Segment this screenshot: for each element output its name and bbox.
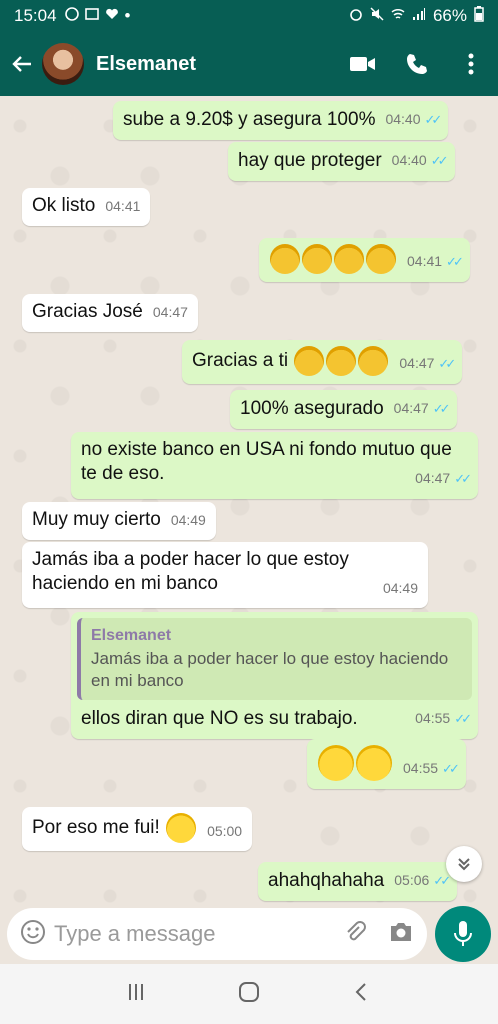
message-time: 04:49 bbox=[382, 580, 418, 596]
message-bubble[interactable]: hay que proteger 04:40 ✓✓ bbox=[228, 142, 455, 181]
double-check-icon: ✓✓ bbox=[430, 153, 449, 168]
message-input[interactable] bbox=[54, 921, 342, 947]
message-bubble[interactable]: no existe banco en USA ni fondo mutuo qu… bbox=[71, 432, 478, 499]
heart-icon bbox=[105, 6, 119, 26]
message-text: 100% asegurado bbox=[240, 398, 384, 419]
message-text: hay que proteger bbox=[238, 150, 382, 171]
whatsapp-icon bbox=[64, 6, 79, 26]
double-check-icon: ✓✓ bbox=[442, 761, 460, 776]
back-arrow-icon[interactable] bbox=[2, 32, 42, 96]
message-bubble[interactable]: ahahqhahaha 05:06 ✓✓ bbox=[258, 862, 458, 901]
message-text: Gracias a ti bbox=[192, 350, 289, 372]
message-bubble[interactable]: Por eso me fui! 05:00 bbox=[22, 807, 253, 851]
message-time: 04:55 bbox=[415, 710, 451, 726]
camera-icon[interactable] bbox=[388, 920, 414, 949]
message-text: Muy muy cierto bbox=[32, 509, 161, 530]
partying-face-icon bbox=[294, 346, 325, 376]
battery-icon bbox=[474, 5, 484, 27]
message-time: 05:00 bbox=[207, 823, 243, 839]
message-text: Gracias José bbox=[32, 301, 143, 322]
message-time: 05:06 bbox=[394, 872, 430, 888]
quoted-text: Jamás iba a poder hacer lo que estoy hac… bbox=[91, 649, 449, 690]
avatar[interactable] bbox=[42, 43, 84, 85]
chat-header: Elsemanet bbox=[0, 32, 498, 96]
message-bubble[interactable]: sube a 9.20$ y asegura 100% 04:40 ✓✓ bbox=[113, 101, 449, 140]
system-navigation-bar bbox=[0, 964, 498, 1024]
partying-face-icon bbox=[358, 346, 389, 376]
message-bubble[interactable]: 100% asegurado 04:47 ✓✓ bbox=[230, 390, 457, 429]
partying-face-icon bbox=[366, 244, 396, 274]
double-check-icon: ✓✓ bbox=[438, 356, 456, 371]
partying-face-icon bbox=[302, 244, 332, 274]
message-input-container bbox=[7, 908, 427, 960]
double-check-icon: ✓✓ bbox=[446, 254, 464, 269]
message-bubble[interactable]: Ok listo 04:41 bbox=[22, 188, 151, 226]
scroll-to-bottom-button[interactable] bbox=[446, 846, 482, 882]
message-text: Por eso me fui! bbox=[32, 817, 160, 839]
chat-messages[interactable]: sube a 9.20$ y asegura 100% 04:40 ✓✓ hay q… bbox=[0, 96, 498, 904]
double-check-icon: ✓✓ bbox=[433, 873, 451, 888]
wifi-icon bbox=[391, 6, 405, 26]
message-text: sube a 9.20$ y asegura 100% bbox=[123, 109, 376, 130]
voice-message-button[interactable] bbox=[435, 906, 491, 962]
double-check-icon: ✓✓ bbox=[454, 471, 472, 486]
status-bar: 15:04 • 66% bbox=[0, 0, 498, 32]
message-bubble[interactable]: Jamás iba a poder hacer lo que estoy hac… bbox=[22, 542, 428, 608]
video-call-icon[interactable] bbox=[336, 32, 390, 96]
quoted-message[interactable]: Elsemanet Jamás iba a poder hacer lo que… bbox=[77, 618, 472, 700]
mute-icon bbox=[370, 6, 384, 26]
double-chevron-down-icon bbox=[458, 858, 470, 871]
partying-face-icon bbox=[334, 244, 364, 274]
microphone-icon bbox=[454, 921, 472, 946]
message-time: 04:47 bbox=[415, 470, 451, 486]
emoji-row bbox=[317, 745, 393, 781]
message-bubble[interactable]: Muy muy cierto 04:49 bbox=[22, 502, 216, 540]
message-time: 04:40 bbox=[385, 111, 421, 127]
double-check-icon: ✓✓ bbox=[454, 711, 472, 726]
grinning-face-icon bbox=[356, 745, 392, 781]
message-bubble[interactable]: 04:55 ✓✓ bbox=[307, 739, 466, 789]
message-bubble[interactable]: 04:41 ✓✓ bbox=[259, 238, 470, 282]
battery-percent: 66% bbox=[432, 6, 467, 25]
emoji-icon[interactable] bbox=[20, 919, 46, 950]
signal-icon bbox=[412, 6, 426, 26]
tears-of-joy-icon bbox=[166, 813, 197, 843]
back-icon[interactable] bbox=[352, 982, 372, 1007]
message-text: ahahqhahaha bbox=[268, 870, 385, 891]
partying-face-icon bbox=[270, 244, 300, 274]
contact-name[interactable]: Elsemanet bbox=[96, 53, 336, 76]
message-text: ellos diran que NO es su trabajo. bbox=[81, 708, 358, 729]
home-icon[interactable] bbox=[238, 981, 260, 1008]
message-time: 04:47 bbox=[152, 304, 188, 320]
message-bubble[interactable]: Elsemanet Jamás iba a poder hacer lo que… bbox=[71, 612, 478, 739]
alarm-icon bbox=[349, 6, 363, 26]
dot-icon: • bbox=[124, 6, 131, 25]
recent-apps-icon[interactable] bbox=[126, 982, 146, 1007]
composer bbox=[0, 904, 498, 964]
status-time: 15:04 bbox=[14, 6, 57, 25]
message-time: 04:49 bbox=[170, 512, 206, 528]
message-bubble[interactable]: Gracias a ti 04:47 ✓✓ bbox=[182, 340, 463, 384]
message-text: Ok listo bbox=[32, 195, 96, 216]
gallery-icon bbox=[84, 6, 99, 26]
message-time: 04:47 bbox=[393, 400, 429, 416]
emoji-row bbox=[269, 244, 397, 274]
phone-call-icon[interactable] bbox=[390, 32, 444, 96]
message-time: 04:41 bbox=[407, 253, 443, 269]
message-time: 04:47 bbox=[399, 355, 435, 371]
quoted-sender: Elsemanet bbox=[91, 627, 172, 644]
message-bubble[interactable]: Gracias José 04:47 bbox=[22, 294, 198, 332]
attach-icon[interactable] bbox=[342, 919, 368, 950]
more-options-icon[interactable] bbox=[444, 32, 498, 96]
double-check-icon: ✓✓ bbox=[424, 112, 443, 127]
message-time: 04:40 bbox=[391, 152, 427, 168]
message-time: 04:41 bbox=[105, 198, 141, 214]
double-check-icon: ✓✓ bbox=[432, 401, 451, 416]
partying-face-icon bbox=[326, 346, 357, 376]
upside-down-face-icon bbox=[318, 745, 354, 781]
message-time: 04:55 bbox=[403, 760, 439, 776]
